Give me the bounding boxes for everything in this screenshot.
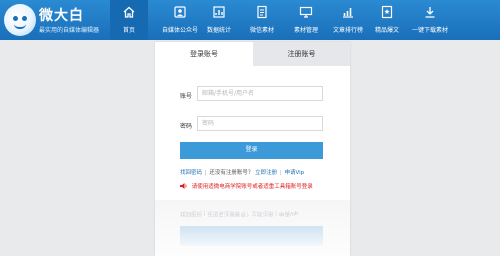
nav-label: 精品爆文	[374, 27, 399, 34]
nav-label: 首页	[122, 27, 135, 34]
reflection-links: 找回密码 | 还没有注册账号？立即注册 | 申请Vip	[180, 210, 299, 216]
tab-login[interactable]: 登录账号	[155, 42, 253, 66]
nav-download[interactable]: 一键下载素材	[408, 0, 452, 40]
material-manage-icon	[299, 6, 313, 18]
warning-text: 请使用适微电商学院账号或者适重工具箱账号登录	[191, 184, 313, 190]
statistics-icon	[213, 6, 225, 18]
wechat-material-icon	[257, 5, 267, 19]
login-tabs: 登录账号 注册账号	[155, 42, 350, 66]
nav-statistics[interactable]: 数据统计	[200, 0, 238, 40]
reflection-button	[180, 226, 323, 246]
nav-featured[interactable]: 精品爆文	[367, 0, 407, 40]
reflection-decoration: 找回密码 | 还没有注册账号？立即注册 | 申请Vip	[155, 200, 350, 256]
app-window: 微大白 最实用的自媒体编辑器 首页 自媒体公众号 数据统计 微信素材 素材管理 …	[0, 0, 500, 256]
account-label: 账号	[180, 93, 193, 100]
nav-home[interactable]: 首页	[110, 0, 148, 40]
login-button[interactable]: 登录	[180, 142, 323, 159]
password-label: 密码	[180, 123, 193, 130]
home-icon	[123, 6, 135, 18]
retrieve-password-link[interactable]: 找回密码	[180, 170, 202, 176]
nav-label: 微信素材	[249, 27, 274, 34]
login-warning: 请使用适微电商学院账号或者适重工具箱账号登录	[180, 182, 313, 190]
register-now-link[interactable]: 立即注册	[255, 170, 277, 176]
account-links: 找回密码 | 还没有注册账号？ 立即注册 | 申请Vip	[180, 170, 305, 176]
nav-label: 一键下载素材	[411, 27, 448, 34]
featured-article-icon	[381, 5, 393, 19]
login-card: 登录账号 注册账号 账号 密码 登录 找回密码 | 还没有注册账号？ 立即注册 …	[155, 42, 350, 256]
download-icon	[425, 7, 435, 18]
nav-wechat-material[interactable]: 微信素材	[243, 0, 281, 40]
no-account-text: 还没有注册账号？	[209, 170, 254, 176]
apply-vip-link[interactable]: 申请Vip	[285, 170, 305, 176]
top-bar: 微大白 最实用的自媒体编辑器 首页 自媒体公众号 数据统计 微信素材 素材管理 …	[0, 0, 500, 40]
nav-media-account[interactable]: 自媒体公众号	[158, 0, 202, 40]
tab-register[interactable]: 注册账号	[253, 42, 350, 66]
password-input[interactable]	[197, 116, 323, 131]
nav-material-manage[interactable]: 素材管理	[287, 0, 325, 40]
app-subtitle: 最实用的自媒体编辑器	[39, 27, 100, 34]
nav-label: 文章排行榜	[332, 27, 363, 34]
logo-icon	[4, 4, 36, 36]
app-title: 微大白	[39, 8, 84, 24]
media-account-icon	[174, 6, 186, 18]
nav-label: 素材管理	[293, 27, 318, 34]
nav-label: 数据统计	[206, 27, 231, 34]
speaker-icon	[180, 183, 187, 189]
account-input[interactable]	[197, 86, 323, 101]
nav-label: 自媒体公众号	[161, 27, 198, 34]
nav-ranking[interactable]: 文章排行榜	[326, 0, 370, 40]
ranking-icon	[343, 8, 353, 18]
